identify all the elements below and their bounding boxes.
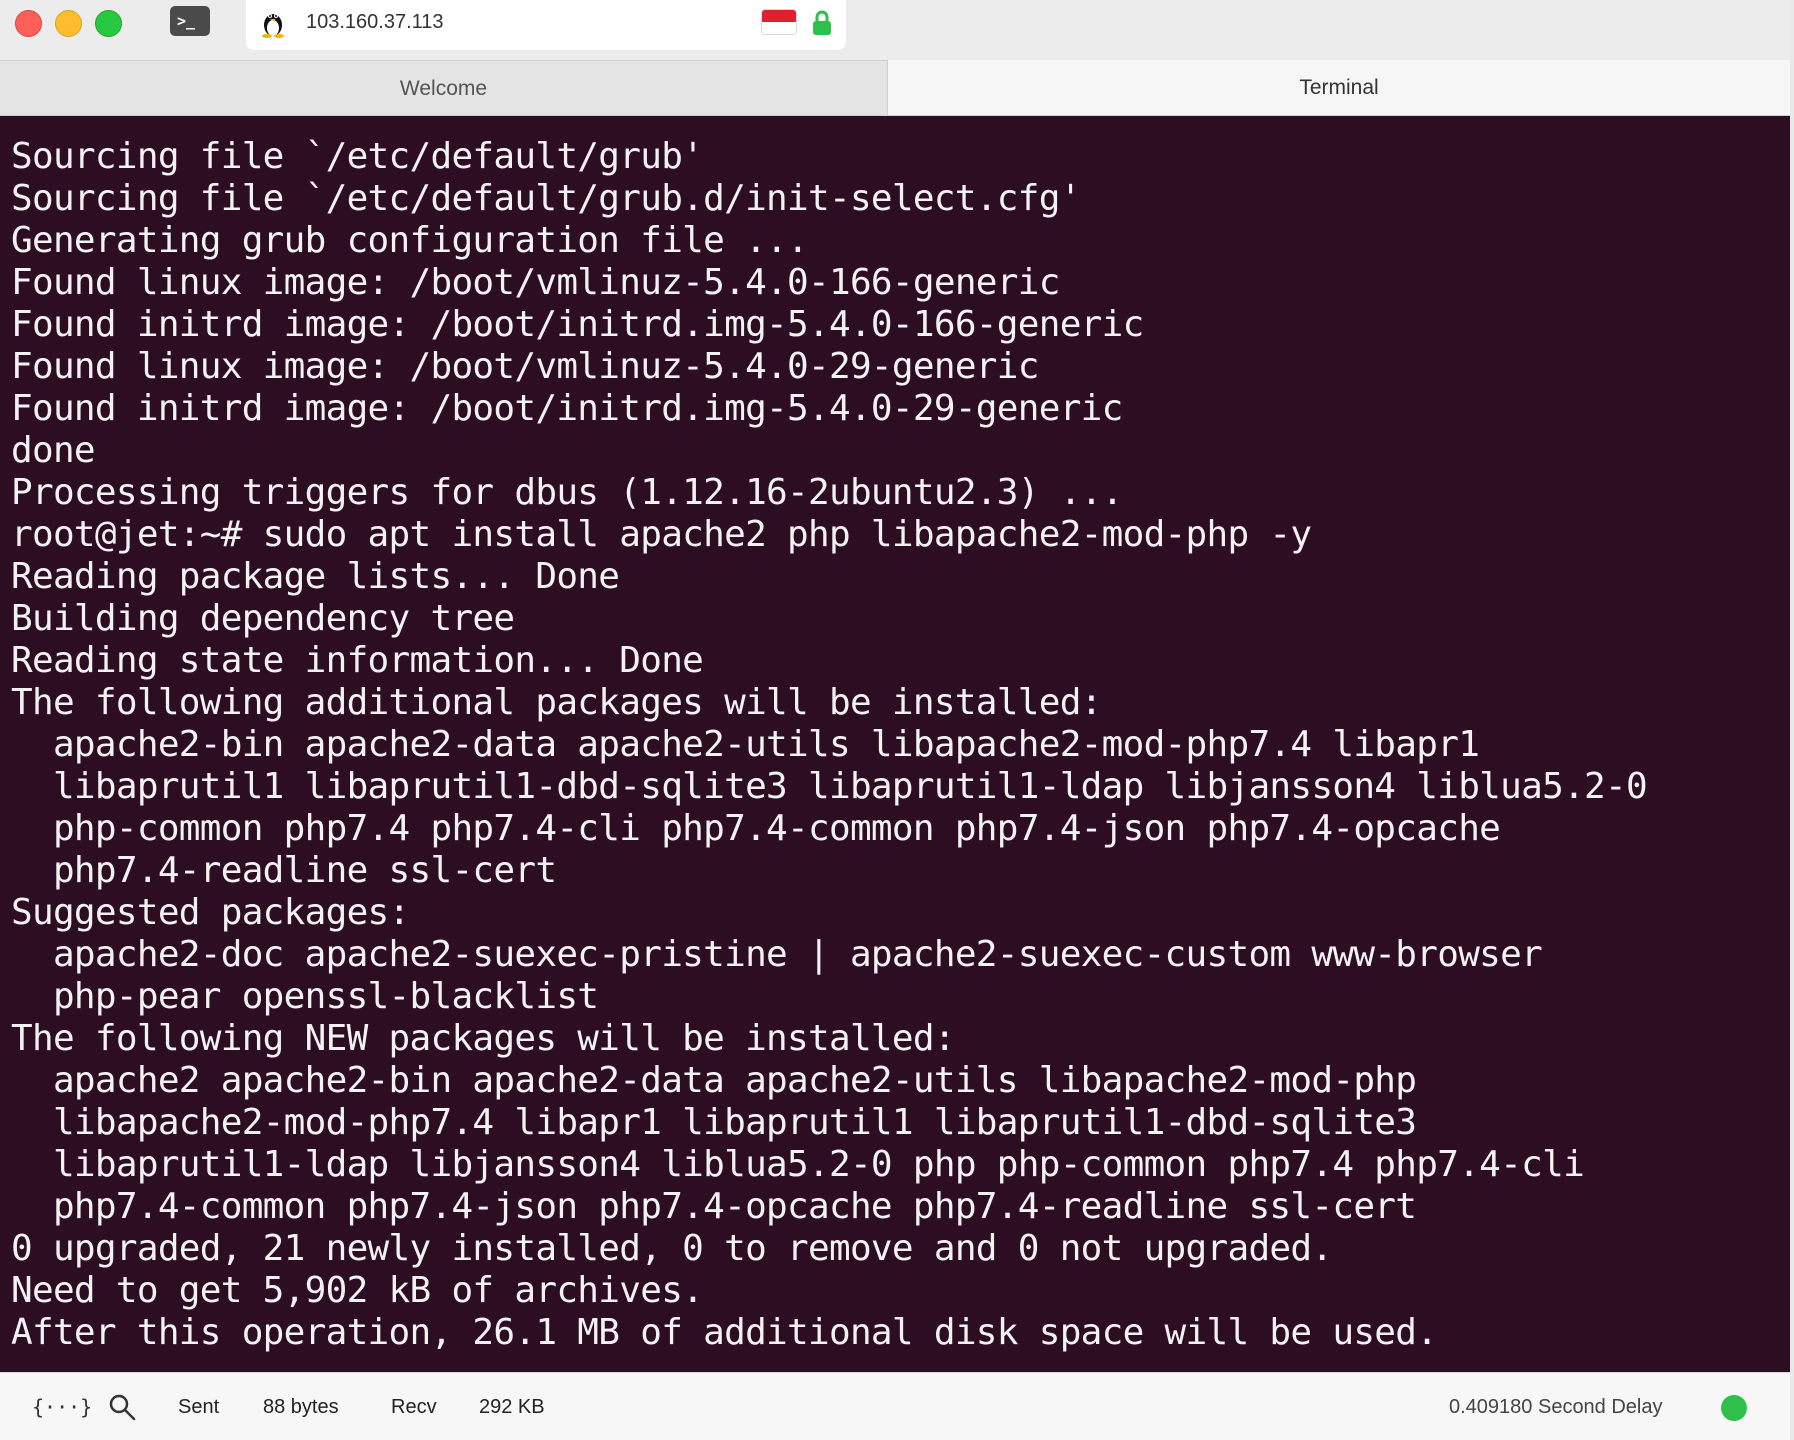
terminal-line: 0 upgraded, 21 newly installed, 0 to rem… <box>11 1228 1333 1269</box>
sent-value: 88 bytes <box>263 1396 339 1418</box>
close-window-button[interactable] <box>15 10 42 37</box>
terminal-line: Found linux image: /boot/vmlinuz-5.4.0-1… <box>11 262 1060 303</box>
search-icon[interactable] <box>108 1393 136 1421</box>
terminal-line: Reading state information... Done <box>11 640 704 681</box>
tab-welcome[interactable]: Welcome <box>0 60 888 115</box>
terminal-line: php7.4-common php7.4-json php7.4-opcache… <box>11 1186 1417 1227</box>
minimize-window-button[interactable] <box>55 10 82 37</box>
tab-terminal[interactable]: Terminal <box>888 60 1790 115</box>
terminal-line: Processing triggers for dbus (1.12.16-2u… <box>11 472 1123 513</box>
code-snippet-icon[interactable]: {···} <box>32 1373 92 1440</box>
status-bar: {···} Sent 88 bytes Recv 292 KB 0.409180… <box>0 1372 1790 1440</box>
tux-linux-icon <box>262 14 284 38</box>
terminal-line: Need to get 5,902 kB of archives. <box>11 1270 704 1311</box>
terminal-line: Suggested packages: <box>11 892 410 933</box>
recv-value: 292 KB <box>479 1396 545 1418</box>
connection-status-indicator <box>1721 1395 1747 1421</box>
ssh-client-window: >_ 103.160.37.113 Welcome Terminal Sourc… <box>0 0 1790 1440</box>
terminal-line: php-pear openssl-blacklist <box>11 976 599 1017</box>
terminal-line: root@jet:~# sudo apt install apache2 php… <box>11 514 1312 555</box>
host-address: 103.160.37.113 <box>306 11 444 33</box>
sent-label: Sent <box>178 1396 220 1418</box>
terminal-line: Sourcing file `/etc/default/grub' <box>11 136 704 177</box>
terminal-line: Found initrd image: /boot/initrd.img-5.4… <box>11 388 1123 429</box>
terminal-app-icon[interactable]: >_ <box>170 6 210 36</box>
title-bar: >_ 103.160.37.113 <box>0 0 1790 60</box>
terminal-line: apache2-doc apache2-suexec-pristine | ap… <box>11 934 1543 975</box>
window-edge <box>1790 0 1794 1440</box>
terminal-line: Found linux image: /boot/vmlinuz-5.4.0-2… <box>11 346 1039 387</box>
terminal-line: libapache2-mod-php7.4 libapr1 libaprutil… <box>11 1102 1417 1143</box>
terminal-lines: Sourcing file `/etc/default/grub' Sourcin… <box>11 136 1648 1354</box>
indonesia-flag-icon <box>762 10 796 34</box>
terminal-line: The following additional packages will b… <box>11 682 1102 723</box>
terminal-output[interactable]: Sourcing file `/etc/default/grub' Sourcin… <box>0 116 1790 1372</box>
terminal-line: done <box>11 430 96 471</box>
recv-label: Recv <box>391 1396 437 1418</box>
terminal-line: The following NEW packages will be insta… <box>11 1018 956 1059</box>
terminal-line: Generating grub configuration file ... <box>11 220 809 261</box>
terminal-line: Building dependency tree <box>11 598 515 639</box>
terminal-line: After this operation, 26.1 MB of additio… <box>11 1312 1438 1353</box>
terminal-line: Sourcing file `/etc/default/grub.d/init-… <box>11 178 1081 219</box>
terminal-line: apache2-bin apache2-data apache2-utils l… <box>11 724 1480 765</box>
tab-bar: Welcome Terminal <box>0 60 1790 116</box>
address-bar[interactable]: 103.160.37.113 <box>246 0 846 50</box>
terminal-line: Reading package lists... Done <box>11 556 620 597</box>
terminal-line: php-common php7.4 php7.4-cli php7.4-comm… <box>11 808 1501 849</box>
terminal-line: php7.4-readline ssl-cert <box>11 850 557 891</box>
lock-icon <box>813 10 831 35</box>
terminal-line: libaprutil1 libaprutil1-dbd-sqlite3 liba… <box>11 766 1648 807</box>
maximize-window-button[interactable] <box>95 10 122 37</box>
terminal-line: apache2 apache2-bin apache2-data apache2… <box>11 1060 1417 1101</box>
latency-delay: 0.409180 Second Delay <box>1449 1396 1663 1418</box>
terminal-line: Found initrd image: /boot/initrd.img-5.4… <box>11 304 1144 345</box>
terminal-line: libaprutil1-ldap libjansson4 liblua5.2-0… <box>11 1144 1585 1185</box>
